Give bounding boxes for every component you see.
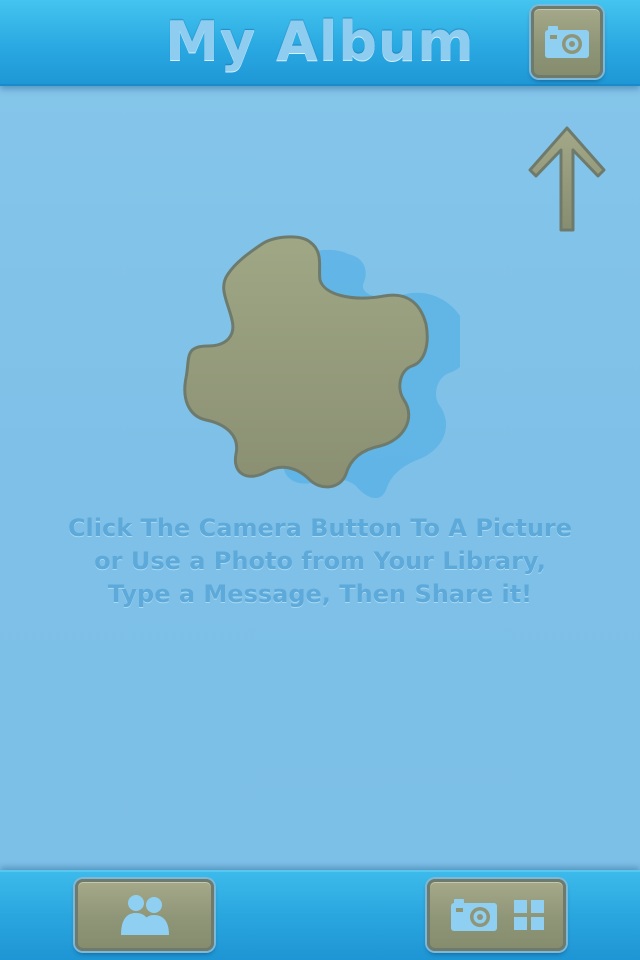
puzzle-piece-icon	[183, 235, 460, 498]
grid-icon	[513, 900, 544, 930]
instructions-line: Type a Message, Then Share it!	[107, 580, 533, 608]
instructions-line: Click The Camera Button To A Picture	[67, 514, 573, 542]
instructions-text: Click The Camera Button To A Picture or …	[0, 512, 640, 611]
people-icon	[120, 895, 169, 935]
arrow-up-icon	[528, 126, 606, 232]
camera-icon	[450, 899, 497, 931]
album-screen: My Album Click The Camera Button To A Pi…	[0, 0, 640, 960]
instructions-line: or Use a Photo from Your Library,	[94, 547, 546, 575]
people-button[interactable]	[75, 879, 214, 951]
camera-button[interactable]	[531, 6, 603, 78]
camera-icon	[545, 26, 589, 58]
camera-library-button[interactable]	[427, 879, 566, 951]
